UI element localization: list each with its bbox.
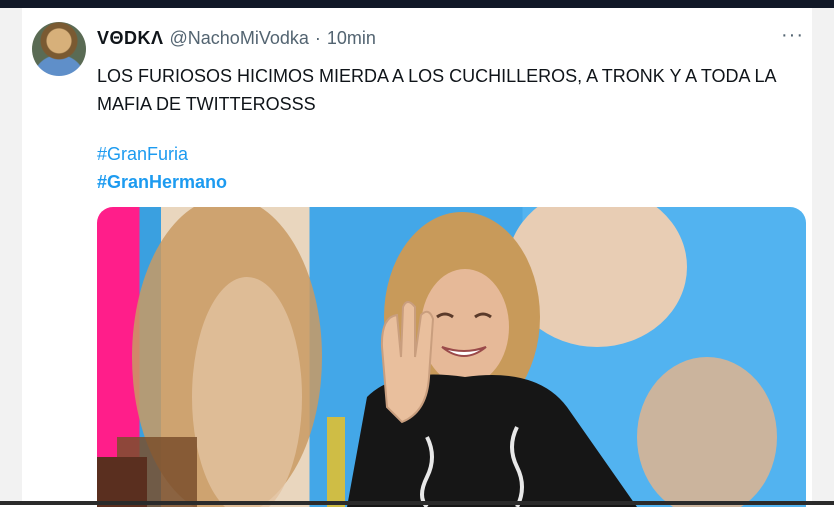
display-name[interactable]: VΘDKΛ <box>97 28 164 49</box>
tweet-text: LOS FURIOSOS HICIMOS MIERDA A LOS CUCHIL… <box>97 66 776 114</box>
page-right-margin <box>812 8 834 505</box>
window-top-bar <box>0 0 834 8</box>
window-bottom-bar <box>0 501 834 505</box>
media-illustration <box>97 207 777 507</box>
tweet-timestamp[interactable]: 10min <box>327 28 376 49</box>
hashtag-granfuria[interactable]: #GranFuria <box>97 144 188 165</box>
user-handle[interactable]: @NachoMiVodka <box>170 28 309 49</box>
hashtag-granhermano[interactable]: #GranHermano <box>97 172 227 193</box>
avatar[interactable] <box>32 22 86 76</box>
tweet-card[interactable]: VΘDKΛ @NachoMiVodka · 10min ··· LOS FURI… <box>22 8 812 507</box>
page-left-margin <box>0 8 22 505</box>
tweet-media-image[interactable] <box>97 207 806 507</box>
tweet-header: VΘDKΛ @NachoMiVodka · 10min <box>97 26 376 50</box>
header-separator: · <box>314 27 321 48</box>
more-options-icon[interactable]: ··· <box>781 24 804 47</box>
